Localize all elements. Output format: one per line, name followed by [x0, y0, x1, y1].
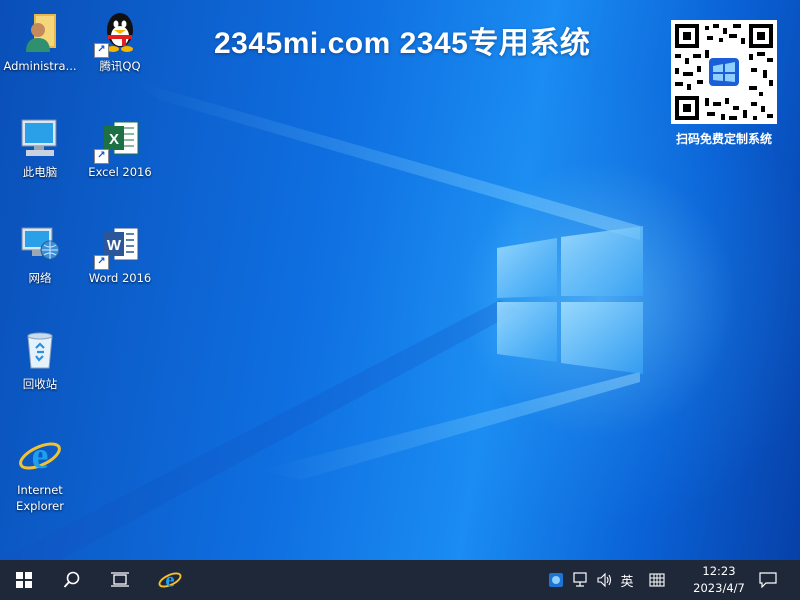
desktop-icon-excel[interactable]: X ↗ Excel 2016 — [80, 114, 160, 180]
computer-icon — [16, 114, 64, 162]
search-button[interactable] — [48, 560, 96, 600]
notification-icon — [759, 572, 777, 588]
svg-text:X: X — [109, 131, 119, 148]
desktop-icon-internet-explorer[interactable]: e Internet Explorer — [0, 432, 80, 514]
start-button[interactable] — [0, 560, 48, 600]
recycle-bin-icon — [16, 326, 64, 374]
network-tray-button[interactable] — [570, 560, 592, 600]
clock-time: 12:23 — [702, 564, 736, 578]
windows-start-icon — [16, 572, 32, 588]
tray-app-icon[interactable] — [546, 560, 566, 600]
desktop-icon-label: 腾讯QQ — [99, 59, 141, 73]
desktop-icon-label: 网络 — [28, 271, 52, 285]
desktop-icon-this-pc[interactable]: 此电脑 — [0, 114, 80, 180]
svg-text:e: e — [165, 570, 174, 592]
desktop-icon-recycle-bin[interactable]: 回收站 — [0, 326, 80, 392]
desktop-icon-label: 此电脑 — [22, 165, 58, 179]
desktop-icon-label: Internet Explorer — [16, 483, 64, 513]
taskbar: e 英 12:23 2023/4/7 — [0, 560, 800, 600]
network-wired-icon — [573, 572, 587, 587]
desktop-icon-network[interactable]: 网络 — [0, 220, 80, 286]
system-clock[interactable]: 12:23 2023/4/7 — [684, 563, 754, 597]
qr-caption: 扫码免费定制系统 — [675, 132, 772, 146]
qr-code-image — [671, 20, 777, 124]
brand-banner: 2345mi.com 2345专用系统 — [214, 27, 591, 60]
taskbar-internet-explorer[interactable]: e — [146, 560, 194, 600]
ime-language-button[interactable]: 英 — [616, 560, 638, 600]
clock-date: 2023/4/7 — [693, 581, 745, 595]
desktop: 2345mi.com 2345专用系统 扫码免费定制系统 Administra.… — [0, 0, 800, 560]
action-center-button[interactable] — [752, 560, 784, 600]
svg-text:e: e — [32, 435, 49, 477]
shortcut-arrow-icon: ↗ — [94, 43, 109, 58]
shortcut-arrow-icon: ↗ — [94, 255, 109, 270]
windows-logo — [497, 226, 643, 374]
tray-blue-app-icon — [549, 573, 563, 587]
internet-explorer-icon: e — [158, 570, 182, 592]
task-view-icon — [111, 572, 129, 587]
desktop-icon-label: Word 2016 — [88, 271, 152, 285]
ime-keyboard-button[interactable] — [646, 560, 668, 600]
network-icon — [16, 220, 64, 268]
keyboard-grid-icon — [649, 573, 665, 587]
internet-explorer-icon: e — [16, 432, 64, 480]
desktop-icon-administrator[interactable]: Administra... — [0, 8, 80, 74]
task-view-button[interactable] — [96, 560, 144, 600]
desktop-icon-qq[interactable]: ↗ 腾讯QQ — [80, 8, 160, 74]
shortcut-arrow-icon: ↗ — [94, 149, 109, 164]
excel-icon: X ↗ — [94, 114, 144, 164]
desktop-icon-label: Administra... — [3, 59, 77, 73]
desktop-icon-word[interactable]: W ↗ Word 2016 — [80, 220, 160, 286]
speaker-icon — [597, 572, 612, 588]
svg-text:W: W — [107, 237, 122, 254]
volume-tray-button[interactable] — [594, 560, 616, 600]
search-icon — [63, 571, 80, 588]
qq-penguin-icon: ↗ — [94, 8, 144, 58]
word-icon: W ↗ — [94, 220, 144, 270]
desktop-icon-label: 回收站 — [22, 377, 58, 391]
desktop-icon-label: Excel 2016 — [88, 165, 152, 179]
folder-user-icon — [16, 8, 64, 56]
